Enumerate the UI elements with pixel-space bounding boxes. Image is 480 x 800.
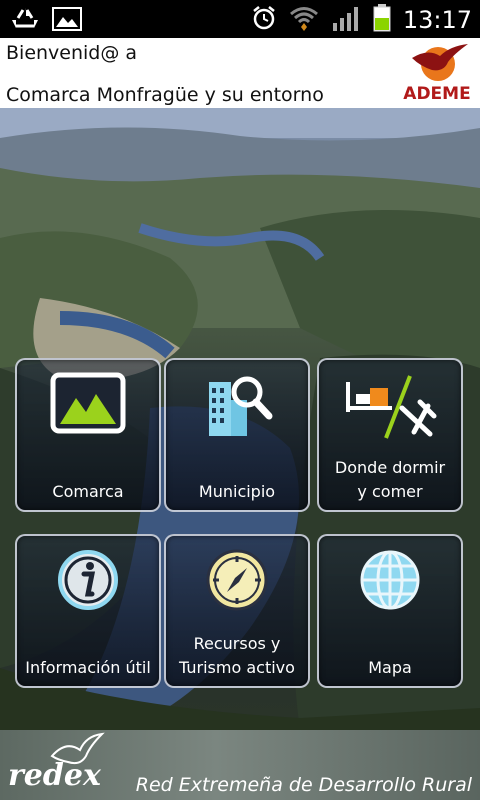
tile-label-line2: y comer	[357, 482, 423, 501]
globe-icon	[358, 548, 422, 616]
tile-recursos-turismo[interactable]: Recursos y Turismo activo	[164, 534, 310, 688]
tile-label-line1: Donde dormir	[334, 458, 446, 477]
battery-icon	[373, 4, 391, 36]
tile-label-line2: Turismo activo	[179, 658, 295, 677]
footer-banner: redex Red Extremeña de Desarrollo Rural	[0, 730, 480, 800]
image-icon	[52, 7, 82, 35]
tile-label: Mapa	[368, 658, 412, 677]
alarm-icon	[251, 5, 277, 35]
redex-wordmark: redex	[8, 758, 101, 793]
building-search-icon	[201, 372, 273, 440]
signal-icon	[331, 5, 361, 35]
tile-mapa[interactable]: Mapa	[317, 534, 463, 688]
bed-cutlery-icon	[342, 372, 438, 446]
region-title: Comarca Monfragüe y su entorno	[6, 84, 324, 106]
status-bar: 13:17	[0, 0, 480, 38]
clock: 13:17	[402, 6, 472, 34]
tile-label-line1: Recursos y	[193, 634, 281, 653]
info-icon	[56, 548, 120, 616]
logo-wordmark: ADEME	[403, 84, 471, 104]
ademe-logo: ADEME	[398, 40, 476, 106]
landscape-picture-icon	[50, 372, 126, 438]
tile-label: Información útil	[25, 658, 151, 677]
tile-informacion-util[interactable]: Información útil	[15, 534, 161, 688]
tile-label: Municipio	[198, 482, 276, 501]
tile-donde-dormir[interactable]: Donde dormir y comer	[317, 358, 463, 512]
wifi-icon	[289, 5, 319, 35]
app-header: Bienvenid@ a Comarca Monfragüe y su ento…	[0, 38, 480, 108]
recycle-icon	[10, 6, 40, 36]
tile-municipio[interactable]: Municipio	[164, 358, 310, 512]
footer-tagline: Red Extremeña de Desarrollo Rural	[135, 774, 472, 796]
greeting-text: Bienvenid@ a	[6, 42, 138, 64]
tile-comarca[interactable]: Comarca	[15, 358, 161, 512]
tile-label: Comarca	[52, 482, 124, 501]
compass-icon	[205, 548, 269, 616]
